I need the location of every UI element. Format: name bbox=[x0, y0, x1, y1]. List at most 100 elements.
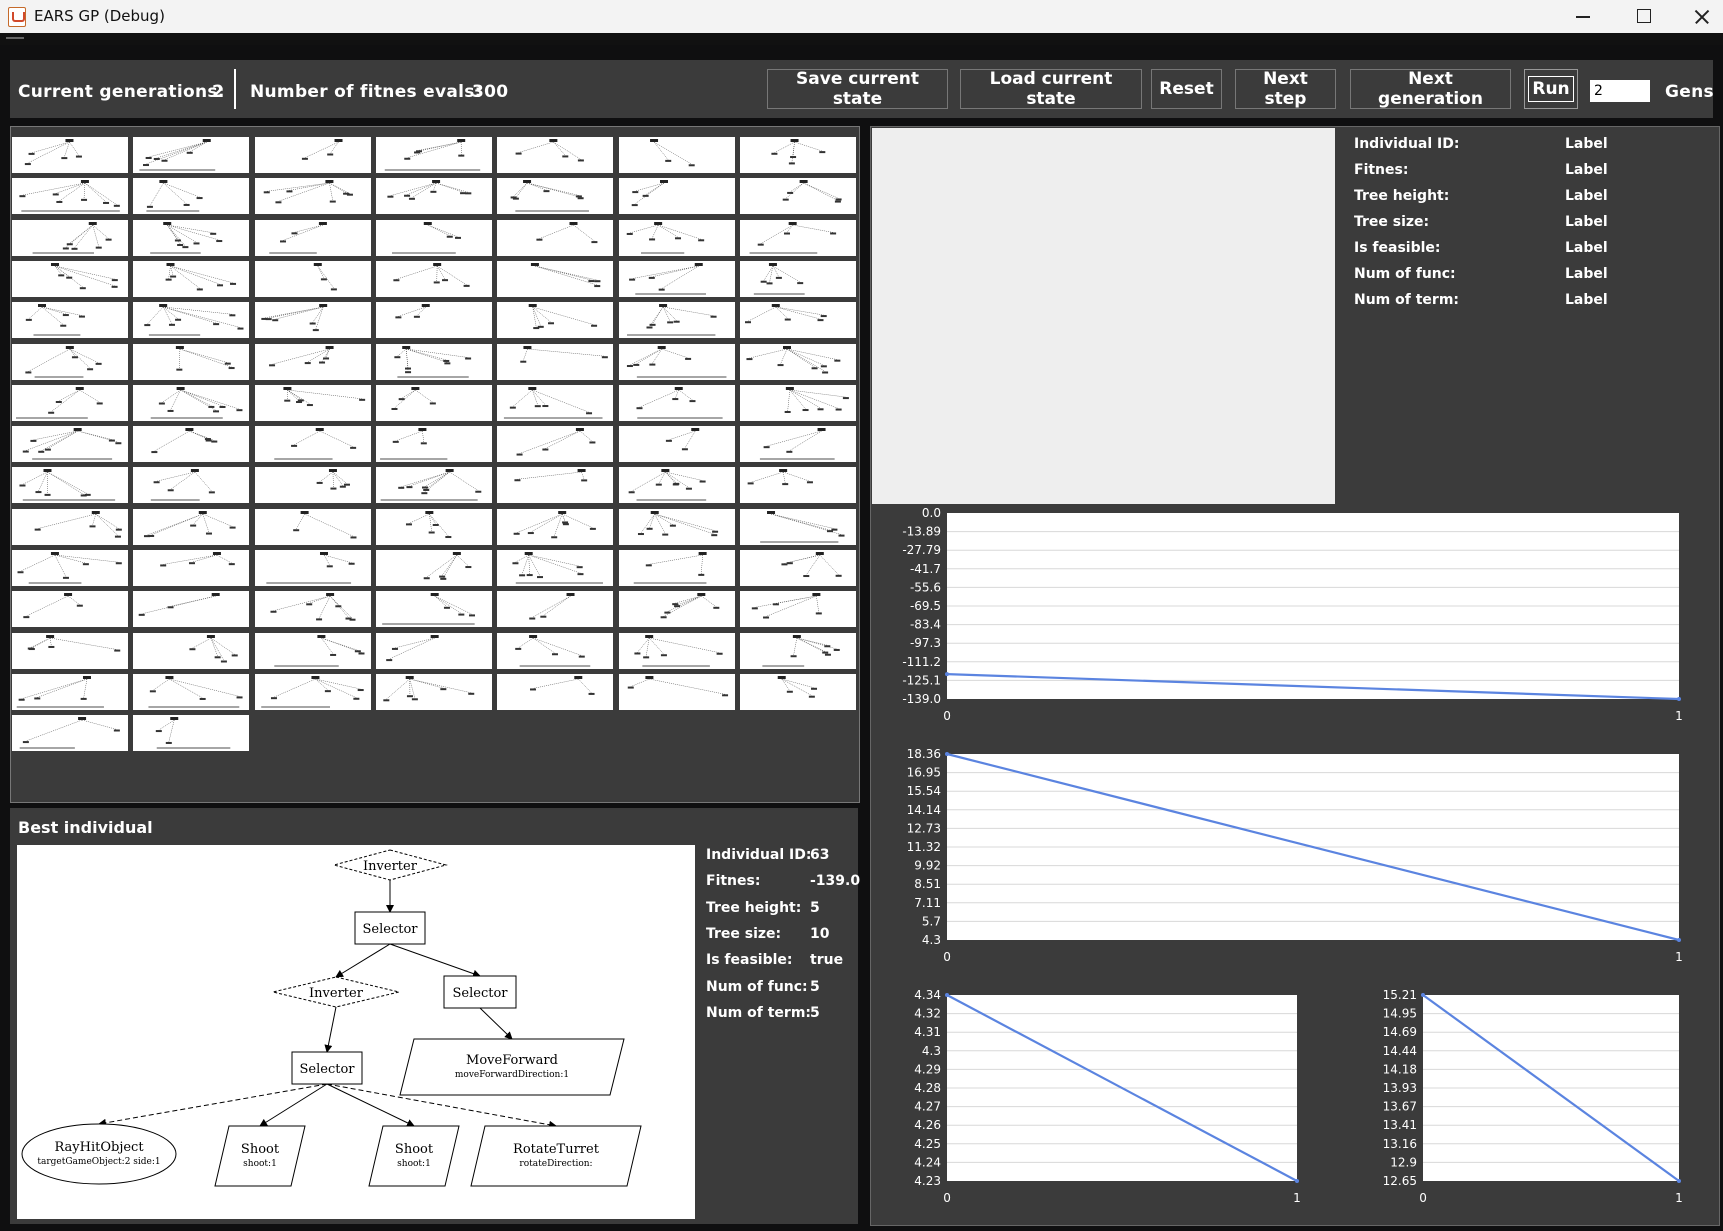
population-individual-thumbnail[interactable] bbox=[254, 467, 371, 504]
population-individual-thumbnail[interactable] bbox=[497, 137, 614, 173]
population-individual-thumbnail[interactable] bbox=[254, 302, 371, 339]
population-individual-thumbnail[interactable] bbox=[133, 343, 250, 380]
population-individual-thumbnail[interactable] bbox=[133, 632, 250, 669]
population-individual-thumbnail[interactable] bbox=[375, 632, 492, 669]
population-individual-thumbnail[interactable] bbox=[12, 260, 128, 297]
population-individual-thumbnail[interactable] bbox=[254, 673, 371, 710]
population-individual-thumbnail[interactable] bbox=[375, 384, 492, 421]
population-individual-thumbnail[interactable] bbox=[12, 302, 128, 339]
population-individual-thumbnail[interactable] bbox=[12, 508, 128, 545]
population-individual-thumbnail[interactable] bbox=[618, 673, 735, 710]
population-individual-thumbnail[interactable] bbox=[375, 550, 492, 586]
population-individual-thumbnail[interactable] bbox=[618, 343, 735, 380]
gens-input[interactable] bbox=[1590, 80, 1650, 102]
population-individual-thumbnail[interactable] bbox=[12, 384, 128, 421]
population-individual-thumbnail[interactable] bbox=[497, 384, 614, 421]
population-individual-thumbnail[interactable] bbox=[12, 137, 128, 173]
population-individual-thumbnail[interactable] bbox=[133, 591, 250, 628]
population-individual-thumbnail[interactable] bbox=[375, 673, 492, 710]
population-individual-thumbnail[interactable] bbox=[12, 426, 128, 463]
population-individual-thumbnail[interactable] bbox=[497, 260, 614, 297]
population-individual-thumbnail[interactable] bbox=[133, 219, 250, 256]
population-individual-thumbnail[interactable] bbox=[133, 137, 250, 173]
population-individual-thumbnail[interactable] bbox=[12, 632, 128, 669]
population-individual-thumbnail[interactable] bbox=[739, 343, 856, 380]
population-individual-thumbnail[interactable] bbox=[497, 343, 614, 380]
population-individual-thumbnail[interactable] bbox=[739, 302, 856, 339]
population-individual-thumbnail[interactable] bbox=[739, 260, 856, 297]
next-generation-button[interactable]: Next generation bbox=[1350, 69, 1511, 109]
save-state-button[interactable]: Save current state bbox=[767, 69, 948, 109]
population-individual-thumbnail[interactable] bbox=[12, 219, 128, 256]
population-individual-thumbnail[interactable] bbox=[12, 591, 128, 628]
population-individual-thumbnail[interactable] bbox=[133, 302, 250, 339]
population-individual-thumbnail[interactable] bbox=[133, 384, 250, 421]
population-individual-thumbnail[interactable] bbox=[254, 508, 371, 545]
population-individual-thumbnail[interactable] bbox=[739, 673, 856, 710]
population-individual-thumbnail[interactable] bbox=[254, 632, 371, 669]
population-individual-thumbnail[interactable] bbox=[618, 302, 735, 339]
population-individual-thumbnail[interactable] bbox=[497, 302, 614, 339]
population-individual-thumbnail[interactable] bbox=[618, 137, 735, 173]
population-individual-thumbnail[interactable] bbox=[618, 384, 735, 421]
population-individual-thumbnail[interactable] bbox=[739, 591, 856, 628]
population-individual-thumbnail[interactable] bbox=[133, 550, 250, 586]
population-individual-thumbnail[interactable] bbox=[497, 550, 614, 586]
population-individual-thumbnail[interactable] bbox=[375, 591, 492, 628]
population-individual-thumbnail[interactable] bbox=[375, 137, 492, 173]
run-button[interactable]: Run bbox=[1524, 69, 1578, 109]
population-individual-thumbnail[interactable] bbox=[375, 467, 492, 504]
population-individual-thumbnail[interactable] bbox=[375, 426, 492, 463]
population-individual-thumbnail[interactable] bbox=[739, 219, 856, 256]
population-individual-thumbnail[interactable] bbox=[133, 426, 250, 463]
population-individual-thumbnail[interactable] bbox=[375, 302, 492, 339]
population-individual-thumbnail[interactable] bbox=[133, 467, 250, 504]
population-individual-thumbnail[interactable] bbox=[618, 550, 735, 586]
population-individual-thumbnail[interactable] bbox=[739, 467, 856, 504]
population-individual-thumbnail[interactable] bbox=[618, 178, 735, 215]
population-individual-thumbnail[interactable] bbox=[12, 178, 128, 215]
close-button[interactable] bbox=[1672, 0, 1723, 33]
population-individual-thumbnail[interactable] bbox=[375, 508, 492, 545]
population-individual-thumbnail[interactable] bbox=[133, 260, 250, 297]
population-individual-thumbnail[interactable] bbox=[497, 178, 614, 215]
population-individual-thumbnail[interactable] bbox=[254, 384, 371, 421]
population-individual-thumbnail[interactable] bbox=[618, 426, 735, 463]
population-individual-thumbnail[interactable] bbox=[739, 178, 856, 215]
population-individual-thumbnail[interactable] bbox=[497, 426, 614, 463]
population-individual-thumbnail[interactable] bbox=[375, 260, 492, 297]
population-individual-thumbnail[interactable] bbox=[497, 467, 614, 504]
population-individual-thumbnail[interactable] bbox=[254, 178, 371, 215]
population-individual-thumbnail[interactable] bbox=[133, 178, 250, 215]
population-individual-thumbnail[interactable] bbox=[618, 260, 735, 297]
population-individual-thumbnail[interactable] bbox=[739, 426, 856, 463]
population-individual-thumbnail[interactable] bbox=[618, 632, 735, 669]
population-individual-thumbnail[interactable] bbox=[618, 508, 735, 545]
population-individual-thumbnail[interactable] bbox=[739, 508, 856, 545]
population-individual-thumbnail[interactable] bbox=[375, 219, 492, 256]
next-step-button[interactable]: Next step bbox=[1235, 69, 1336, 109]
population-individual-thumbnail[interactable] bbox=[254, 219, 371, 256]
population-individual-thumbnail[interactable] bbox=[497, 591, 614, 628]
population-individual-thumbnail[interactable] bbox=[254, 426, 371, 463]
population-individual-thumbnail[interactable] bbox=[133, 715, 250, 752]
population-individual-thumbnail[interactable] bbox=[12, 673, 128, 710]
population-individual-thumbnail[interactable] bbox=[133, 508, 250, 545]
population-individual-thumbnail[interactable] bbox=[254, 550, 371, 586]
population-individual-thumbnail[interactable] bbox=[254, 343, 371, 380]
population-individual-thumbnail[interactable] bbox=[133, 673, 250, 710]
population-individual-thumbnail[interactable] bbox=[618, 591, 735, 628]
population-individual-thumbnail[interactable] bbox=[497, 508, 614, 545]
population-individual-thumbnail[interactable] bbox=[618, 219, 735, 256]
population-individual-thumbnail[interactable] bbox=[739, 632, 856, 669]
population-individual-thumbnail[interactable] bbox=[739, 384, 856, 421]
population-individual-thumbnail[interactable] bbox=[497, 632, 614, 669]
population-individual-thumbnail[interactable] bbox=[739, 137, 856, 173]
reset-button[interactable]: Reset bbox=[1151, 69, 1222, 109]
population-individual-thumbnail[interactable] bbox=[254, 260, 371, 297]
population-individual-thumbnail[interactable] bbox=[254, 591, 371, 628]
population-individual-thumbnail[interactable] bbox=[375, 178, 492, 215]
population-individual-thumbnail[interactable] bbox=[12, 550, 128, 586]
maximize-button[interactable] bbox=[1614, 0, 1672, 33]
population-individual-thumbnail[interactable] bbox=[375, 343, 492, 380]
